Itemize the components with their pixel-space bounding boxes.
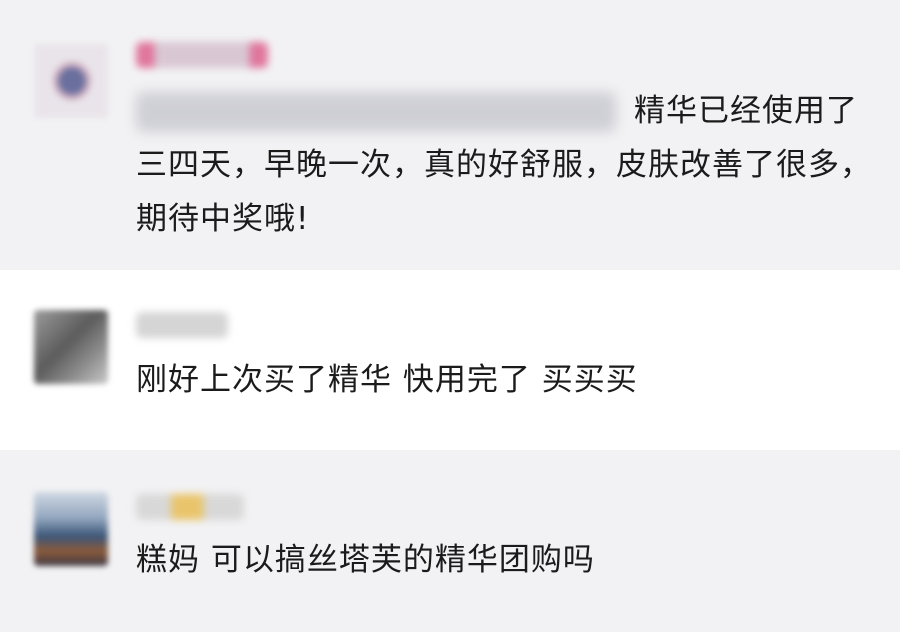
nickname-blurred — [136, 494, 244, 520]
comment-text: 糕妈 可以搞丝塔芙的精华团购吗 — [136, 542, 595, 578]
nickname-blurred — [136, 312, 228, 338]
nickname-blurred — [136, 42, 268, 68]
avatar[interactable] — [34, 310, 108, 384]
avatar[interactable] — [34, 492, 108, 566]
comment-item: 精华已经使用了三四天，早晚一次，真的好舒服，皮肤改善了很多，期待中奖哦! — [0, 0, 900, 270]
comment-item: 糕妈 可以搞丝塔芙的精华团购吗 — [0, 450, 900, 632]
comment-text: 精华已经使用了三四天，早晚一次，真的好舒服，皮肤改善了很多，期待中奖哦! — [136, 93, 872, 237]
avatar[interactable] — [34, 44, 108, 118]
comment-item: 刚好上次买了精华 快用完了 买买买 — [0, 270, 900, 450]
comment-text: 刚好上次买了精华 快用完了 买买买 — [136, 362, 638, 398]
